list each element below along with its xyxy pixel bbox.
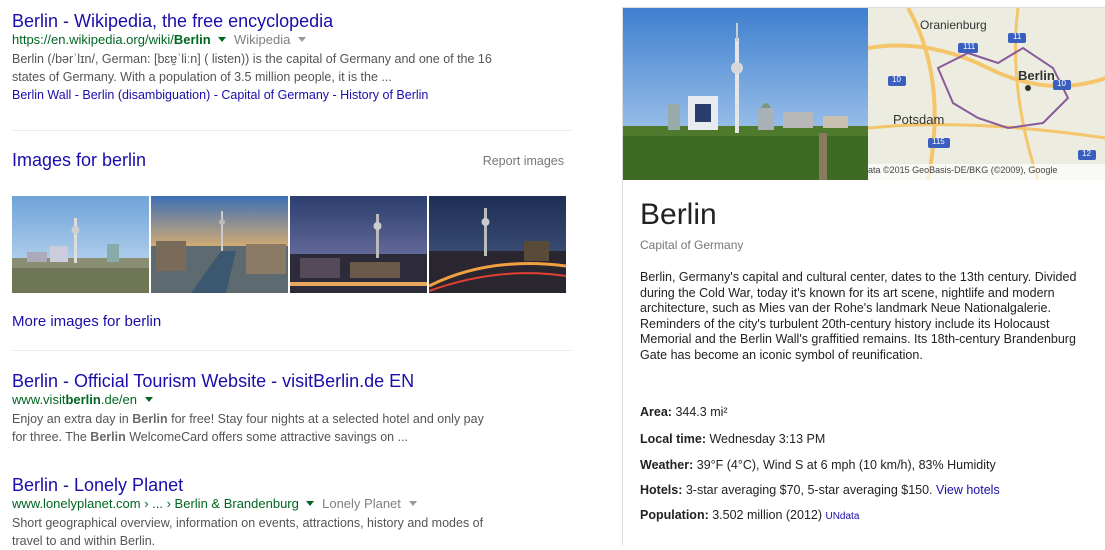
url-bold-text: Berlin [173,32,211,47]
image-thumbnail[interactable] [290,196,427,293]
image-thumbnails [12,196,566,293]
result-url: www.lonelyplanet.com › ... › Berlin & Br… [12,496,483,512]
result-lonelyplanet: Berlin - Lonely Planet www.lonelyplanet.… [12,474,483,550]
chevron-down-icon[interactable] [144,397,153,403]
fact-area: Area: 344.3 mi² [640,405,728,419]
divider [12,350,572,351]
url-text: https://en.wikipedia.org/wiki/ [12,32,174,47]
panel-subtitle: Capital of Germany [640,238,744,252]
images-header: Images for berlin Report images [12,150,564,171]
map-label: Potsdam [893,112,945,127]
undata-link[interactable]: UNdata [825,511,859,522]
result-url: www.visitberlin.de/en [12,392,562,408]
result-title-link[interactable]: Berlin - Official Tourism Website - visi… [12,370,562,392]
result-title-link[interactable]: Berlin - Lonely Planet [12,474,483,496]
result-wikipedia: Berlin - Wikipedia, the free encyclopedi… [12,10,492,104]
chevron-down-icon[interactable] [408,501,417,507]
result-snippet: Enjoy an extra day in Berlin for free! S… [12,412,484,444]
berlin-skyline-image[interactable] [623,8,868,180]
images-title-link[interactable]: Images for berlin [12,150,146,170]
fact-weather: Weather: 39°F (4°C), Wind S at 6 mph (10… [640,458,996,472]
result-visitberlin: Berlin - Official Tourism Website - visi… [12,370,562,446]
snippet-line: Berlin (/bərˈlɪn/, German: [bɛɐ̯ˈliːn] (… [12,52,492,66]
chevron-down-icon[interactable] [306,501,315,507]
panel-title: Berlin [640,198,717,231]
sitelinks: Berlin Wall - Berlin (disambiguation) - … [12,88,429,102]
sitelink[interactable]: Berlin (disambiguation) [82,88,210,102]
fact-local-time: Local time: Wednesday 3:13 PM [640,432,826,446]
image-thumbnail[interactable] [12,196,149,293]
panel-description: Berlin, Germany's capital and cultural c… [640,270,1077,362]
source-label: Lonely Planet [322,496,401,511]
map-label: Berlin [1018,68,1055,83]
map-labels: Oranienburg Berlin Potsdam 111 11 10 10 … [868,18,1091,175]
report-images-link[interactable]: Report images [483,154,564,168]
sitelink[interactable]: Berlin Wall [12,88,71,102]
view-hotels-link[interactable]: View hotels [936,483,1000,497]
result-title-link[interactable]: Berlin - Wikipedia, the free encyclopedi… [12,10,492,32]
fact-population: Population: 3.502 million (2012) UNdata [640,508,860,522]
result-snippet: Berlin (/bərˈlɪn/, German: [bɛɐ̯ˈliːn] (… [12,50,492,86]
map-label: Oranienburg [920,18,987,32]
chevron-down-icon[interactable] [218,37,227,43]
image-thumbnail[interactable] [429,196,566,293]
divider [12,130,572,131]
fact-hotels: Hotels: 3-star averaging $70, 5-star ave… [640,483,1000,497]
source-label: Wikipedia [233,32,291,47]
sitelink[interactable]: History of Berlin [340,88,428,102]
knowledge-panel: Oranienburg Berlin Potsdam 111 11 10 10 … [622,7,1105,545]
sitelink[interactable]: Capital of Germany [221,88,329,102]
image-thumbnail[interactable] [151,196,288,293]
chevron-down-icon[interactable] [297,37,306,43]
result-snippet: Short geographical overview, information… [12,516,484,548]
result-url: https://en.wikipedia.org/wiki/Berlin Wik… [12,32,492,48]
snippet-line: states of Germany. With a population of … [12,70,392,84]
more-images-link[interactable]: More images for berlin [12,313,161,330]
map-copyright: ata ©2015 GeoBasis-DE/BKG (©2009), Googl… [868,165,1058,175]
